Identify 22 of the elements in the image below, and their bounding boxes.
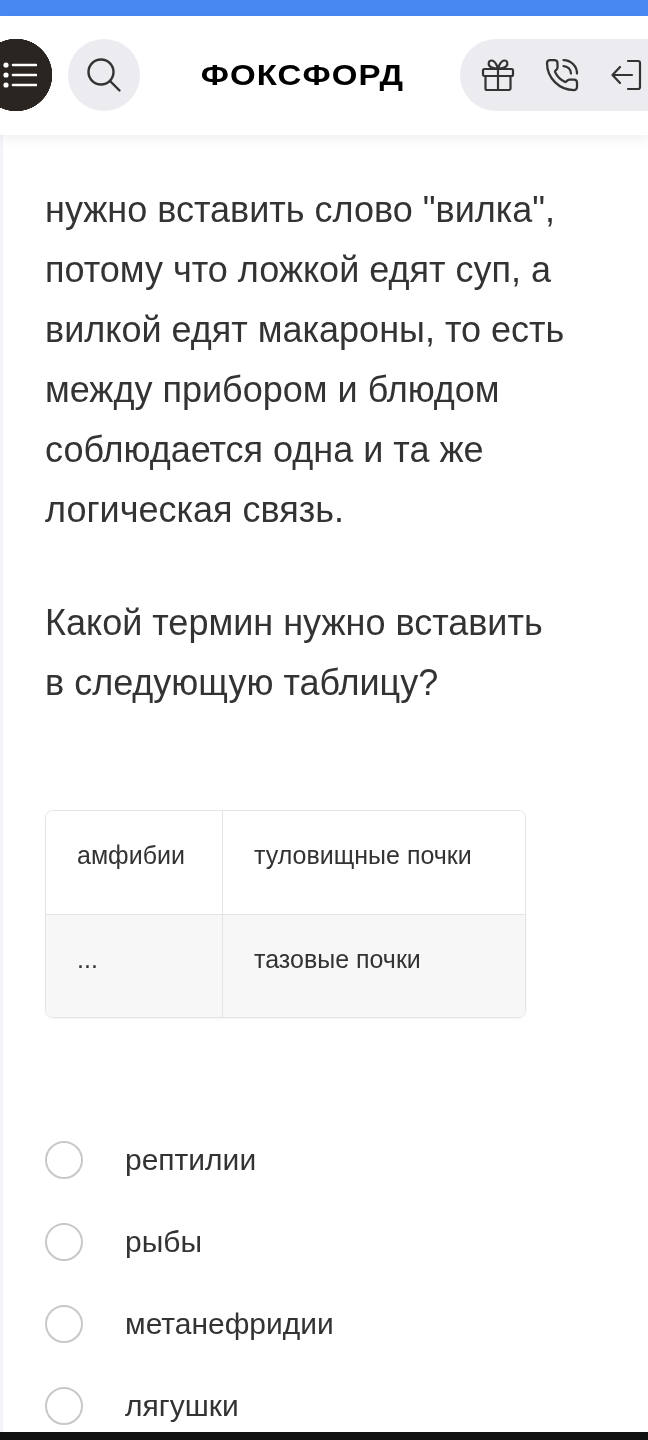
question-text: Какой термин нужно вставить в следующую таблицу? (45, 601, 544, 705)
option-label: лягушки (125, 1388, 239, 1424)
table-cell: амфибии (46, 811, 223, 914)
explanation-text: нужно вставить слово "вилка", потому что ложкой едят суп, а вилкой едят макароны, то есть между прибором и блюдом соблюдается одна и та же логическая связь. (45, 188, 566, 532)
logo-text[interactable]: ФОКСФОРД (200, 59, 404, 90)
menu-button[interactable] (0, 38, 52, 111)
phone-icon (544, 56, 580, 93)
radio-button[interactable] (45, 1223, 83, 1261)
search-icon (86, 56, 122, 93)
radio-button[interactable] (45, 1305, 83, 1343)
option-label: рептилии (125, 1142, 257, 1178)
radio-button[interactable] (45, 1387, 83, 1425)
option-label: метанефридии (125, 1306, 334, 1342)
gift-icon (481, 57, 515, 92)
table-cell: тазовые почки (223, 915, 525, 1017)
table-cell: ... (46, 915, 223, 1017)
table-cell: туловищные почки (223, 811, 525, 914)
gift-button[interactable] (480, 56, 516, 93)
option-label: рыбы (125, 1224, 202, 1260)
phone-button[interactable] (544, 56, 580, 93)
radio-button[interactable] (45, 1141, 83, 1179)
menu-icon (3, 61, 37, 88)
